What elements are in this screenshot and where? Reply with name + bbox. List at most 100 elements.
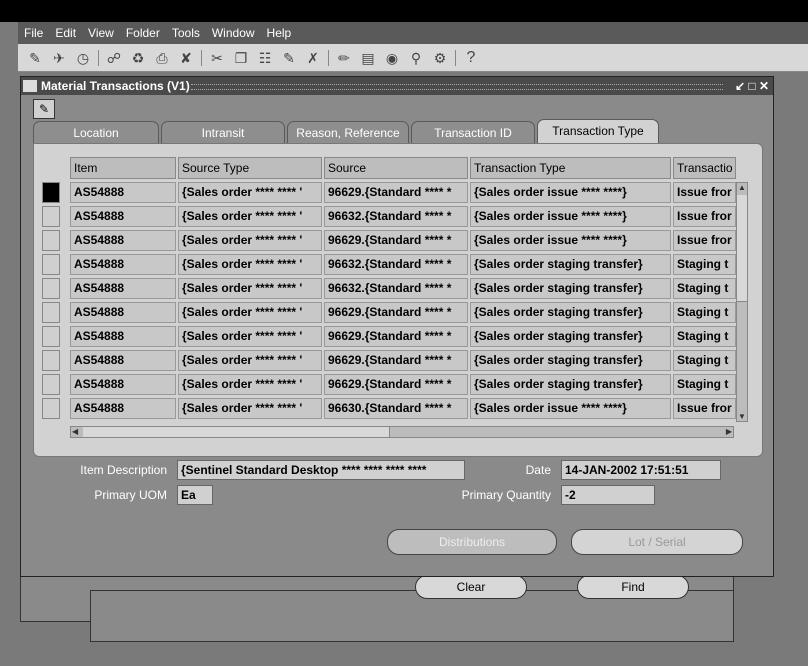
cell-transaction-type[interactable]: {Sales order issue **** ****} [470,398,671,419]
paste-icon[interactable]: ☷ [256,49,274,67]
row-selector[interactable] [42,230,60,251]
cell-transaction-action[interactable]: Staging t [673,254,736,275]
menu-folder[interactable]: Folder [126,26,160,40]
row-selector[interactable] [42,254,60,275]
cell-item[interactable]: AS54888 [70,182,176,203]
row-selector[interactable] [42,302,60,323]
menu-edit[interactable]: Edit [55,26,76,40]
cell-transaction-type[interactable]: {Sales order staging transfer} [470,350,671,371]
cell-source-type[interactable]: {Sales order **** **** ' [178,398,322,419]
cell-source-type[interactable]: {Sales order **** **** ' [178,230,322,251]
cell-transaction-action[interactable]: Issue fror [673,230,736,251]
cell-source[interactable]: 96629.{Standard **** * [324,374,468,395]
cell-source[interactable]: 96629.{Standard **** * [324,230,468,251]
tab-location[interactable]: Location [33,121,159,144]
scroll-down-icon[interactable]: ▼ [738,412,746,421]
menu-window[interactable]: Window [212,26,255,40]
cell-item[interactable]: AS54888 [70,302,176,323]
window-controls[interactable]: ↙ □ ✕ [735,77,769,95]
horizontal-scrollbar[interactable]: ◀ ▶ [70,426,734,438]
cell-transaction-type[interactable]: {Sales order issue **** ****} [470,206,671,227]
date-field[interactable]: 14-JAN-2002 17:51:51 [561,460,721,480]
cell-source[interactable]: 96632.{Standard **** * [324,254,468,275]
primary-uom-field[interactable]: Ea [177,485,213,505]
cell-transaction-type[interactable]: {Sales order staging transfer} [470,254,671,275]
navigator-icon[interactable]: ◷ [74,49,92,67]
zoom-icon[interactable]: ▤ [359,49,377,67]
cell-transaction-action[interactable]: Staging t [673,326,736,347]
cut-icon[interactable]: ✂ [208,49,226,67]
tab-intransit[interactable]: Intransit [161,121,285,144]
new-icon[interactable]: ✎ [26,49,44,67]
attachments-icon[interactable]: ⚲ [407,49,425,67]
cell-transaction-action[interactable]: Issue fror [673,182,736,203]
cell-source-type[interactable]: {Sales order **** **** ' [178,254,322,275]
cell-item[interactable]: AS54888 [70,350,176,371]
cell-item[interactable]: AS54888 [70,326,176,347]
cell-item[interactable]: AS54888 [70,230,176,251]
edit-field-icon[interactable]: ✏ [335,49,353,67]
cell-source[interactable]: 96629.{Standard **** * [324,350,468,371]
delete-icon[interactable]: ✗ [304,49,322,67]
cell-transaction-type[interactable]: {Sales order staging transfer} [470,278,671,299]
scroll-right-icon[interactable]: ▶ [726,427,732,436]
cell-transaction-action[interactable]: Staging t [673,302,736,323]
tab-transaction-id[interactable]: Transaction ID [411,121,535,144]
row-selector[interactable] [42,206,60,227]
row-selector[interactable] [42,374,60,395]
save-icon[interactable]: ☍ [105,49,123,67]
cell-transaction-type[interactable]: {Sales order staging transfer} [470,302,671,323]
folder-icon[interactable]: ✎ [33,99,55,119]
help-icon[interactable]: ? [462,49,480,67]
lot-serial-button[interactable]: Lot / Serial [571,529,743,555]
cell-transaction-type[interactable]: {Sales order issue **** ****} [470,182,671,203]
cell-transaction-action[interactable]: Staging t [673,350,736,371]
folder-tools-icon[interactable]: ⚙ [431,49,449,67]
menu-help[interactable]: Help [267,26,292,40]
cell-transaction-type[interactable]: {Sales order staging transfer} [470,326,671,347]
primary-quantity-field[interactable]: -2 [561,485,655,505]
next-step-icon[interactable]: ♻ [129,49,147,67]
menu-view[interactable]: View [88,26,114,40]
print-icon[interactable]: ⎙ [153,49,171,67]
vertical-scrollbar[interactable]: ▲ ▼ [736,182,748,422]
clear-record-icon[interactable]: ✎ [280,49,298,67]
cell-source-type[interactable]: {Sales order **** **** ' [178,326,322,347]
row-selector[interactable] [42,350,60,371]
cell-item[interactable]: AS54888 [70,278,176,299]
row-selector[interactable] [42,398,60,419]
item-description-field[interactable]: {Sentinel Standard Desktop **** **** ***… [177,460,465,480]
clear-button[interactable]: Clear [415,575,527,599]
cell-item[interactable]: AS54888 [70,398,176,419]
cell-transaction-action[interactable]: Issue fror [673,398,736,419]
find-icon[interactable]: ✈ [50,49,68,67]
cell-item[interactable]: AS54888 [70,206,176,227]
cell-source-type[interactable]: {Sales order **** **** ' [178,350,322,371]
row-selector[interactable] [42,278,60,299]
cell-transaction-type[interactable]: {Sales order staging transfer} [470,374,671,395]
vertical-scroll-thumb[interactable] [737,195,747,302]
cell-source[interactable]: 96632.{Standard **** * [324,278,468,299]
cell-source[interactable]: 96629.{Standard **** * [324,302,468,323]
cell-source-type[interactable]: {Sales order **** **** ' [178,182,322,203]
tab-reason-reference[interactable]: Reason, Reference [287,121,409,144]
cell-source[interactable]: 96629.{Standard **** * [324,326,468,347]
menu-tools[interactable]: Tools [172,26,200,40]
scroll-left-icon[interactable]: ◀ [72,427,78,436]
distributions-button[interactable]: Distributions [387,529,557,555]
cell-item[interactable]: AS54888 [70,254,176,275]
menu-file[interactable]: File [24,26,43,40]
cell-source-type[interactable]: {Sales order **** **** ' [178,206,322,227]
cell-source[interactable]: 96630.{Standard **** * [324,398,468,419]
row-selector[interactable] [42,182,60,203]
cell-transaction-action[interactable]: Issue fror [673,206,736,227]
find-button[interactable]: Find [577,575,689,599]
cell-source-type[interactable]: {Sales order **** **** ' [178,374,322,395]
cell-source-type[interactable]: {Sales order **** **** ' [178,278,322,299]
row-selector[interactable] [42,326,60,347]
cell-transaction-action[interactable]: Staging t [673,278,736,299]
copy-icon[interactable]: ❐ [232,49,250,67]
horizontal-scroll-thumb[interactable] [83,427,390,437]
cell-source-type[interactable]: {Sales order **** **** ' [178,302,322,323]
scroll-up-icon[interactable]: ▲ [738,183,746,192]
